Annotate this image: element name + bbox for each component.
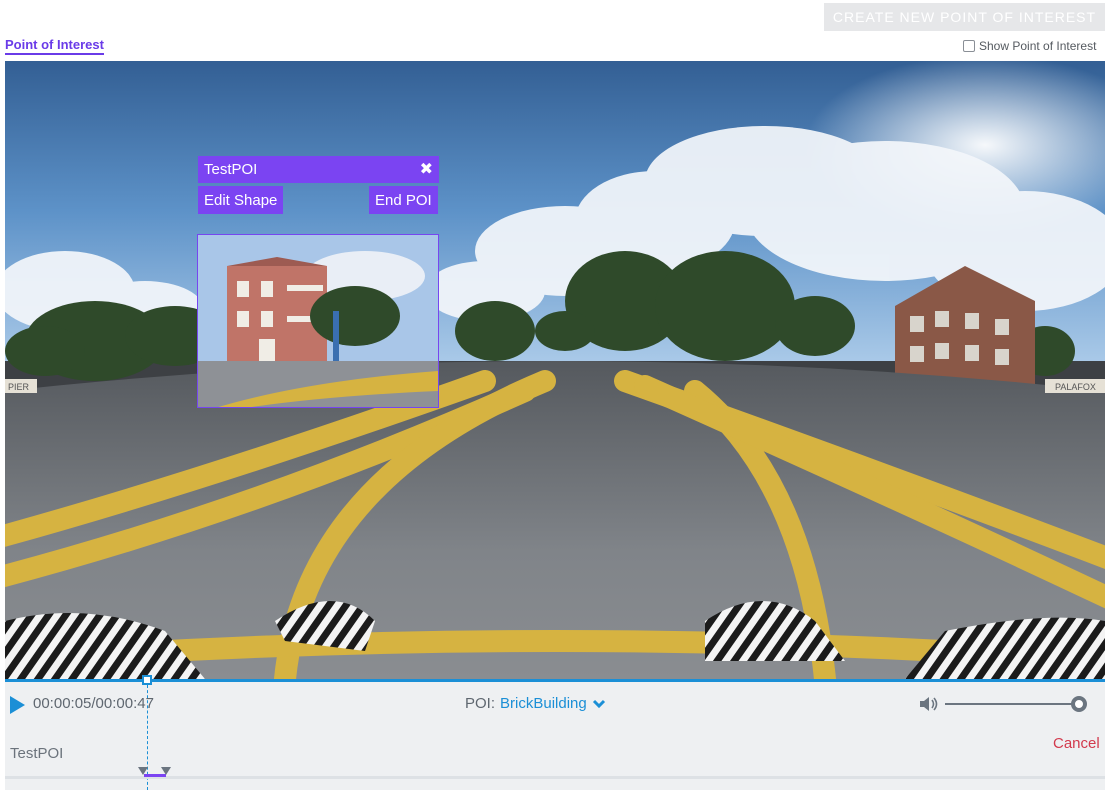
poi-track[interactable]	[5, 776, 1105, 779]
volume-icon[interactable]	[919, 695, 939, 713]
scrub-handle[interactable]	[142, 675, 152, 685]
volume-slider[interactable]	[945, 703, 1079, 705]
poi-track-label: TestPOI	[10, 745, 64, 762]
create-poi-button[interactable]: CREATE NEW POINT OF INTEREST	[824, 3, 1105, 31]
show-poi-toggle[interactable]: Show Point of Interest	[963, 39, 1096, 53]
volume-knob[interactable]	[1071, 696, 1087, 712]
poi-title: TestPOI	[204, 161, 258, 178]
poi-title-bar: TestPOI ✖	[198, 156, 439, 183]
show-poi-checkbox[interactable]	[963, 40, 975, 52]
sign-pier: PIER	[8, 382, 30, 392]
play-icon[interactable]	[10, 696, 25, 714]
poi-shape-region[interactable]	[197, 234, 439, 408]
poi-start-marker[interactable]	[138, 767, 148, 775]
poi-end-marker[interactable]	[161, 767, 171, 775]
poi-select-value[interactable]: BrickBuilding	[500, 695, 587, 712]
video-controls: 00:00:05/00:00:47 POI: BrickBuilding Can…	[5, 675, 1105, 790]
cancel-button[interactable]: Cancel	[1053, 735, 1100, 752]
chevron-down-icon[interactable]	[592, 699, 606, 709]
video-player[interactable]: PIER PALAFOX	[5, 61, 1105, 679]
time-display: 00:00:05/00:00:47	[33, 695, 154, 712]
show-poi-label: Show Point of Interest	[979, 39, 1097, 53]
video-frame: PIER PALAFOX	[5, 61, 1105, 679]
poi-select-label: POI:	[465, 695, 496, 712]
edit-shape-button[interactable]: Edit Shape	[198, 186, 284, 214]
poi-select[interactable]: POI: BrickBuilding	[465, 695, 606, 712]
end-poi-button[interactable]: End POI	[369, 186, 438, 214]
progress-bar[interactable]	[5, 679, 1105, 682]
point-of-interest-link[interactable]: Point of Interest	[5, 37, 104, 55]
close-icon[interactable]: ✖	[420, 161, 433, 178]
sign-palafox: PALAFOX	[1055, 382, 1096, 392]
